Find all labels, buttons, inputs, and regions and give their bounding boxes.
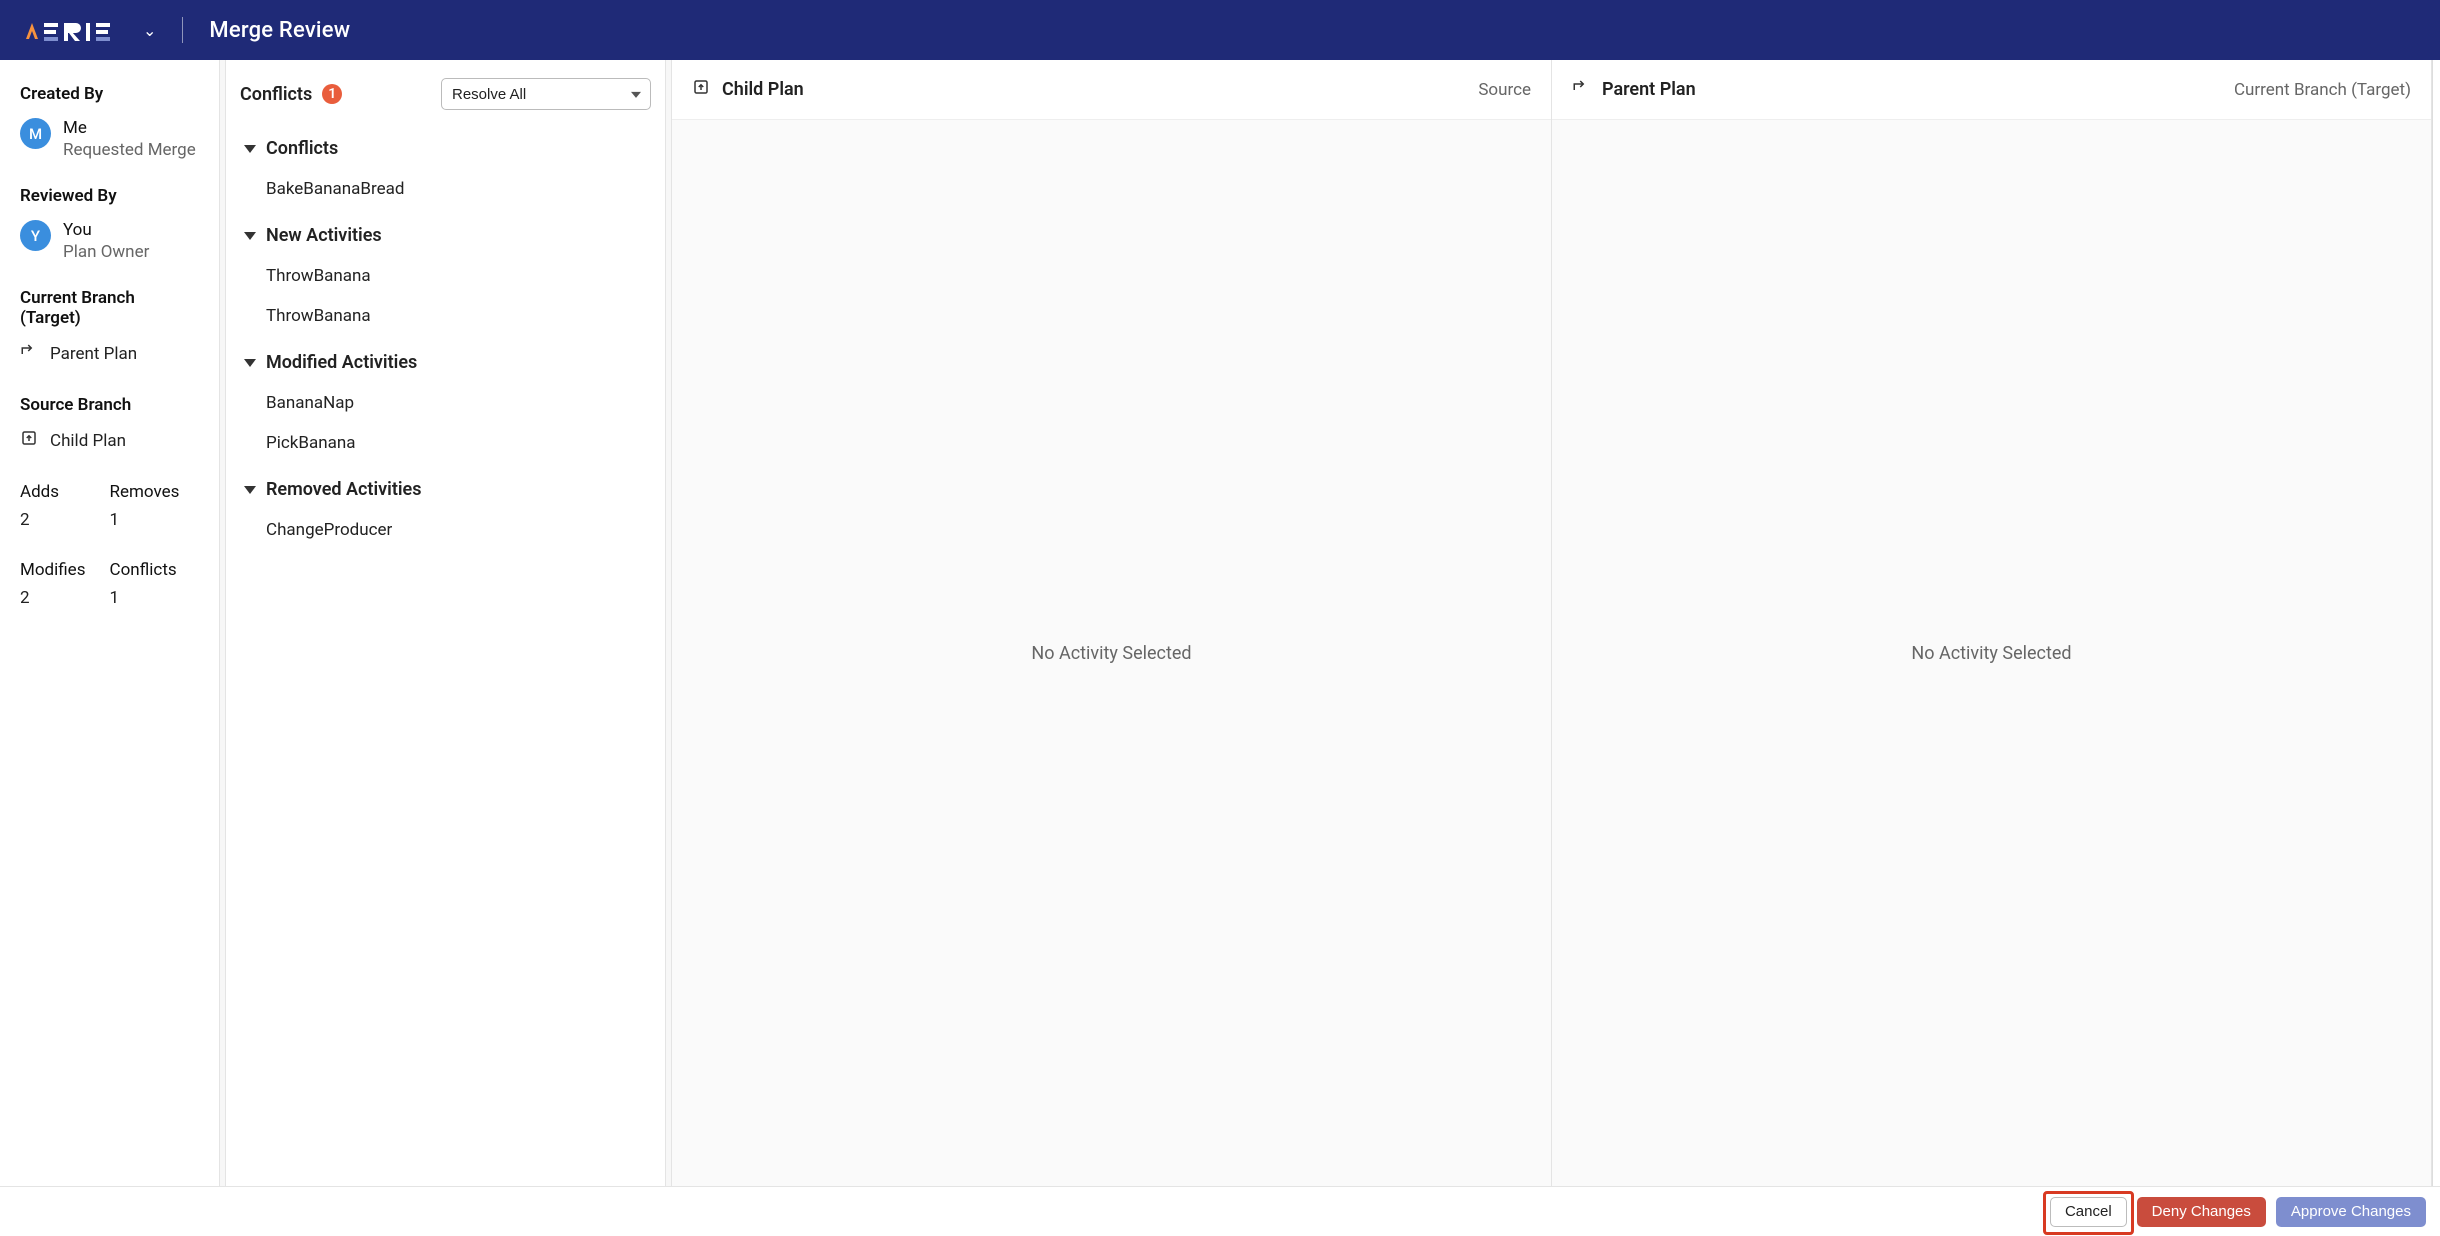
source-branch-row: Child Plan [20,429,199,452]
current-branch-name: Parent Plan [50,344,137,364]
avatar: M [20,118,51,149]
scrollbar-edge[interactable] [2432,60,2440,1186]
removes-value: 1 [110,510,200,530]
list-item[interactable]: BakeBananaBread [226,169,665,209]
created-by-name: Me [63,118,196,138]
parent-panel-empty: No Activity Selected [1552,120,2431,1186]
source-branch-name: Child Plan [50,431,126,451]
app-header: ⌄ Merge Review [0,0,2440,60]
group-title: Removed Activities [266,479,422,500]
resolve-all-select[interactable]: Resolve All [441,78,651,110]
upload-icon [692,78,710,101]
group-header[interactable]: Modified Activities [226,342,665,383]
conflicts-header: Conflicts 1 Resolve All [226,60,665,128]
parent-panel-head: Parent Plan Current Branch (Target) [1552,60,2431,120]
parent-panel-tag: Current Branch (Target) [2234,80,2411,100]
group-list: BakeBananaBread [226,169,665,215]
child-panel-title: Child Plan [722,79,804,100]
aerie-logo [18,17,133,43]
child-panel-empty: No Activity Selected [672,120,1551,1186]
conflicts-panel: Conflicts 1 Resolve All Conflicts BakeBan… [226,60,666,1186]
reviewed-by-sub: Plan Owner [63,242,149,262]
approve-button[interactable]: Approve Changes [2276,1197,2426,1227]
brand-menu[interactable]: ⌄ [18,17,156,43]
current-branch-row: Parent Plan [20,342,199,365]
list-item[interactable]: ThrowBanana [226,256,665,296]
list-item[interactable]: PickBanana [226,423,665,463]
branch-target-icon [20,342,38,365]
triangle-down-icon [244,145,256,153]
child-panel-head: Child Plan Source [672,60,1551,120]
group-title: Modified Activities [266,352,417,373]
reviewed-by-row: Y You Plan Owner [20,220,199,262]
adds-label: Adds [20,482,110,502]
current-branch-label: Current Branch (Target) [20,288,199,328]
deny-button[interactable]: Deny Changes [2137,1197,2266,1227]
conflicts-badge: 1 [322,84,342,104]
created-by-sub: Requested Merge [63,140,196,160]
created-by-label: Created By [20,84,199,104]
parent-panel: Parent Plan Current Branch (Target) No A… [1552,60,2432,1186]
group-header[interactable]: New Activities [226,215,665,256]
modifies-value: 2 [20,588,110,608]
triangle-down-icon [244,232,256,240]
chevron-down-icon: ⌄ [143,21,156,40]
removes-label: Removes [110,482,200,502]
group-list: ChangeProducer [226,510,665,556]
conflicts-title: Conflicts [240,84,312,105]
cancel-button[interactable]: Cancel [2050,1197,2127,1227]
list-item[interactable]: BananaNap [226,383,665,423]
group-list: BananaNapPickBanana [226,383,665,469]
group-title: Conflicts [266,138,338,159]
modifies-label: Modifies [20,560,110,580]
reviewed-by-name: You [63,220,149,240]
child-panel-tag: Source [1478,80,1531,100]
created-by-row: M Me Requested Merge [20,118,199,160]
conflicts-value: 1 [110,588,200,608]
list-item[interactable]: ThrowBanana [226,296,665,336]
source-branch-label: Source Branch [20,395,199,415]
child-panel: Child Plan Source No Activity Selected [672,60,1552,1186]
group-list: ThrowBananaThrowBanana [226,256,665,342]
triangle-down-icon [244,359,256,367]
reviewed-by-label: Reviewed By [20,186,199,206]
group-header[interactable]: Conflicts [226,128,665,169]
page-title: Merge Review [209,18,350,43]
avatar: Y [20,220,51,251]
conflicts-label: Conflicts [110,560,200,580]
counts-grid: Adds 2 Removes 1 Modifies 2 Conflicts 1 [20,482,199,608]
group-header[interactable]: Removed Activities [226,469,665,510]
list-item[interactable]: ChangeProducer [226,510,665,550]
parent-panel-title: Parent Plan [1602,79,1696,100]
branch-target-icon [1572,78,1590,101]
header-separator [182,17,183,43]
triangle-down-icon [244,486,256,494]
group-title: New Activities [266,225,382,246]
info-sidebar: Created By M Me Requested Merge Reviewed… [0,60,220,1186]
adds-value: 2 [20,510,110,530]
upload-icon [20,429,38,452]
app-footer: Cancel Deny Changes Approve Changes [0,1186,2440,1236]
main-body: Created By M Me Requested Merge Reviewed… [0,60,2440,1186]
